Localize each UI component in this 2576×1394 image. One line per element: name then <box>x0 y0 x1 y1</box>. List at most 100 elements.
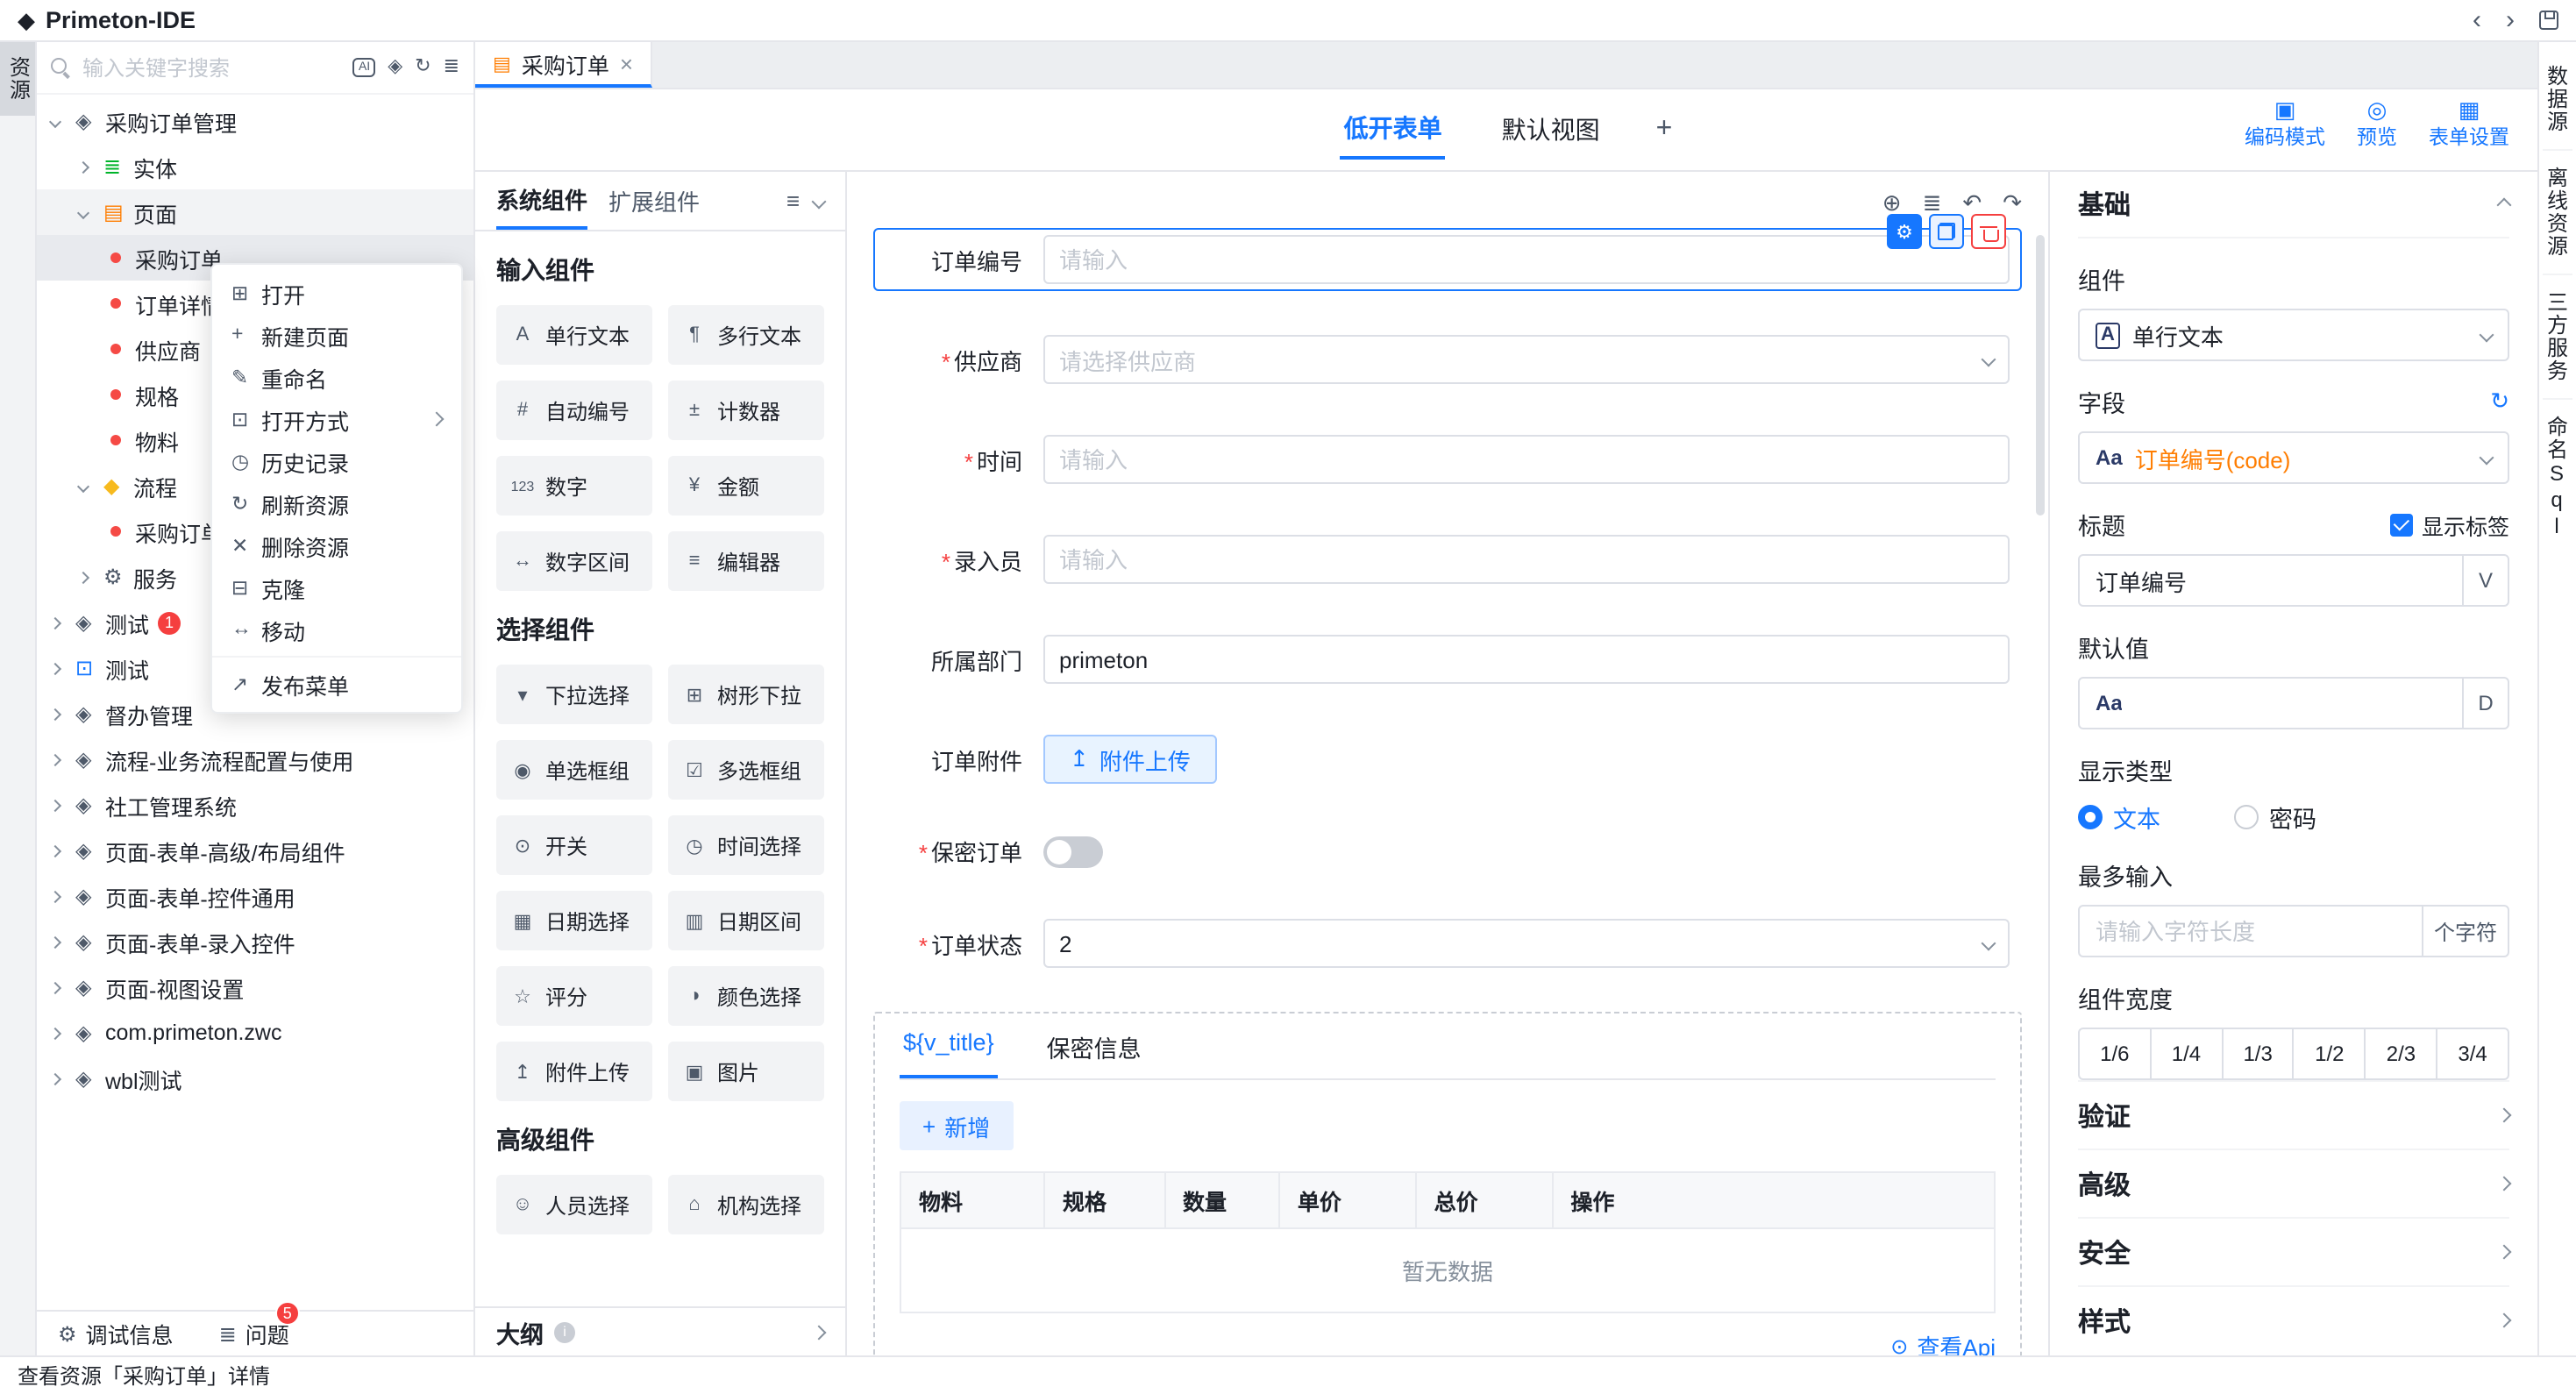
doc-tab-purchase-order[interactable]: ▤ 采购订单 × <box>475 42 652 88</box>
form-settings-button[interactable]: ▦ 表单设置 <box>2429 98 2509 151</box>
menu-item-delete-resource[interactable]: ✕ 删除资源 <box>212 524 461 566</box>
caret-right-icon[interactable] <box>51 1028 75 1037</box>
tree-item-form-input[interactable]: ◈ 页面-表单-录入控件 <box>37 919 473 964</box>
secret-order-switch[interactable] <box>1043 836 1103 867</box>
forward-icon[interactable]: › <box>2506 7 2515 33</box>
props-section-advanced[interactable]: 高级 <box>2078 1149 2509 1217</box>
menu-item-rename[interactable]: ✎ 重命名 <box>212 356 461 398</box>
component-type-select[interactable]: A 单行文本 <box>2078 309 2509 361</box>
props-section-style[interactable]: 样式 <box>2078 1285 2509 1354</box>
rail-tab-named-sql[interactable]: 命名Sql <box>2543 400 2572 556</box>
order-code-input[interactable] <box>1043 235 2010 284</box>
form-field-department[interactable]: 所属部门 <box>873 628 2022 691</box>
caret-right-icon[interactable] <box>51 1074 75 1083</box>
tree-item-social-mgmt[interactable]: ◈ 社工管理系统 <box>37 782 473 828</box>
palette-item-amount[interactable]: ¥金额 <box>668 456 824 516</box>
tab-system-components[interactable]: 系统组件 <box>496 172 587 230</box>
add-view-button[interactable]: + <box>1656 114 1673 146</box>
tree-item-form-common[interactable]: ◈ 页面-表单-控件通用 <box>37 873 473 919</box>
tree-item-purchase-mgmt[interactable]: ◈ 采购订单管理 <box>37 98 473 144</box>
i18n-globe-icon[interactable]: ⊕ <box>1882 190 1902 213</box>
dynamic-value-button[interactable]: D <box>2462 679 2508 728</box>
view-api-link[interactable]: ⊙ 查看Api <box>900 1329 1996 1355</box>
form-field-time[interactable]: *时间 <box>873 428 2022 491</box>
back-icon[interactable]: ‹ <box>2473 7 2481 33</box>
radio-text[interactable]: 文本 <box>2078 800 2160 835</box>
width-option-1-2[interactable]: 1/2 <box>2293 1029 2365 1078</box>
width-option-1-4[interactable]: 1/4 <box>2150 1029 2222 1078</box>
redo-icon[interactable]: ↷ <box>2003 190 2022 213</box>
tab-extended-components[interactable]: 扩展组件 <box>608 172 700 230</box>
palette-item-date-range[interactable]: ▥日期区间 <box>668 891 824 950</box>
caret-right-icon[interactable] <box>51 846 75 855</box>
caret-right-icon[interactable] <box>79 573 103 581</box>
field-settings-button[interactable]: ⚙ <box>1887 214 1922 249</box>
caret-right-icon[interactable] <box>51 800 75 809</box>
field-binding-select[interactable]: Aa 订单编号(code) <box>2078 431 2509 484</box>
caret-right-icon[interactable] <box>51 664 75 672</box>
rail-tab-resources[interactable]: 资源 <box>0 42 35 116</box>
tree-item-pages[interactable]: ▤ 页面 <box>37 189 473 235</box>
canvas-scrollbar[interactable] <box>2036 235 2045 516</box>
subpanel-tab-vtitle[interactable]: ${v_title} <box>900 1013 998 1078</box>
palette-menu-icon[interactable]: ≡ <box>786 188 800 214</box>
default-value-input[interactable] <box>2123 690 2462 716</box>
recorder-input[interactable] <box>1043 535 2010 584</box>
menu-item-history[interactable]: ◷ 历史记录 <box>212 440 461 482</box>
menu-item-open-with[interactable]: ⊡ 打开方式 <box>212 398 461 440</box>
palette-item-tree-dropdown[interactable]: ⊞树形下拉 <box>668 665 824 724</box>
refresh-icon[interactable]: ↻ <box>415 58 431 77</box>
outline-panel-toggle[interactable]: 大纲 i <box>475 1306 845 1355</box>
subpanel-tab-secret-info[interactable]: 保密信息 <box>1043 1013 1145 1078</box>
palette-item-switch[interactable]: ⊙开关 <box>496 815 652 875</box>
package-tool-icon[interactable]: ◈ <box>388 58 402 77</box>
props-section-security[interactable]: 安全 <box>2078 1217 2509 1285</box>
width-option-3-4[interactable]: 3/4 <box>2436 1029 2508 1078</box>
tree-item-entities[interactable]: ≣ 实体 <box>37 144 473 189</box>
ai-assistant-icon[interactable]: AI <box>353 58 375 77</box>
rail-tab-third-party-services[interactable]: 三方服务 <box>2543 275 2572 400</box>
sort-icon[interactable]: ≣ <box>444 58 459 77</box>
supplier-select[interactable]: 请选择供应商 <box>1043 335 2010 384</box>
order-status-select[interactable]: 2 <box>1043 919 2010 968</box>
palette-item-multi-line-text[interactable]: ¶多行文本 <box>668 305 824 365</box>
time-input[interactable] <box>1043 435 2010 484</box>
palette-item-dropdown[interactable]: ▾下拉选择 <box>496 665 652 724</box>
menu-item-clone[interactable]: ⊟ 克隆 <box>212 566 461 608</box>
tree-item-flow-config[interactable]: ◈ 流程-业务流程配置与使用 <box>37 736 473 782</box>
refresh-field-icon[interactable]: ↻ <box>2490 388 2509 416</box>
caret-down-icon[interactable] <box>51 117 75 125</box>
caret-right-icon[interactable] <box>51 755 75 764</box>
palette-item-file-upload[interactable]: ↥附件上传 <box>496 1042 652 1101</box>
problems-button[interactable]: ≣ 问题 5 <box>219 1317 289 1350</box>
search-input[interactable] <box>82 55 343 80</box>
form-field-attachment[interactable]: 订单附件 ↥ 附件上传 <box>873 728 2022 791</box>
menu-item-new-page[interactable]: + 新建页面 <box>212 314 461 356</box>
palette-item-color-picker[interactable]: ◑颜色选择 <box>668 966 824 1026</box>
rail-tab-datasource[interactable]: 数据源 <box>2543 49 2572 151</box>
palette-item-editor[interactable]: ≡编辑器 <box>668 531 824 591</box>
palette-item-org-picker[interactable]: ⌂机构选择 <box>668 1175 824 1234</box>
caret-right-icon[interactable] <box>51 892 75 900</box>
collapse-palette-icon[interactable] <box>812 194 827 209</box>
palette-item-date-picker[interactable]: ▦日期选择 <box>496 891 652 950</box>
form-field-order-status[interactable]: *订单状态 2 <box>873 912 2022 975</box>
caret-down-icon[interactable] <box>79 208 103 217</box>
tree-item-com-primeton-zwc[interactable]: ◈ com.primeton.zwc <box>37 1010 473 1056</box>
form-field-supplier[interactable]: *供应商 请选择供应商 <box>873 328 2022 391</box>
palette-item-user-picker[interactable]: ☺人员选择 <box>496 1175 652 1234</box>
radio-password[interactable]: 密码 <box>2234 800 2316 835</box>
palette-item-counter[interactable]: ±计数器 <box>668 381 824 440</box>
caret-right-icon[interactable] <box>51 618 75 627</box>
department-input[interactable] <box>1043 635 2010 684</box>
view-tab-default-view[interactable]: 默认视图 <box>1498 102 1604 158</box>
caret-right-icon[interactable] <box>51 709 75 718</box>
add-row-button[interactable]: + 新增 <box>900 1101 1013 1150</box>
width-option-1-6[interactable]: 1/6 <box>2080 1029 2150 1078</box>
caret-down-icon[interactable] <box>79 481 103 490</box>
form-field-recorder[interactable]: *录入员 <box>873 528 2022 591</box>
undo-icon[interactable]: ↶ <box>1962 190 1982 213</box>
tree-item-view-settings[interactable]: ◈ 页面-视图设置 <box>37 964 473 1010</box>
debug-info-button[interactable]: ⚙ 调试信息 <box>58 1317 174 1350</box>
palette-item-rating[interactable]: ☆评分 <box>496 966 652 1026</box>
